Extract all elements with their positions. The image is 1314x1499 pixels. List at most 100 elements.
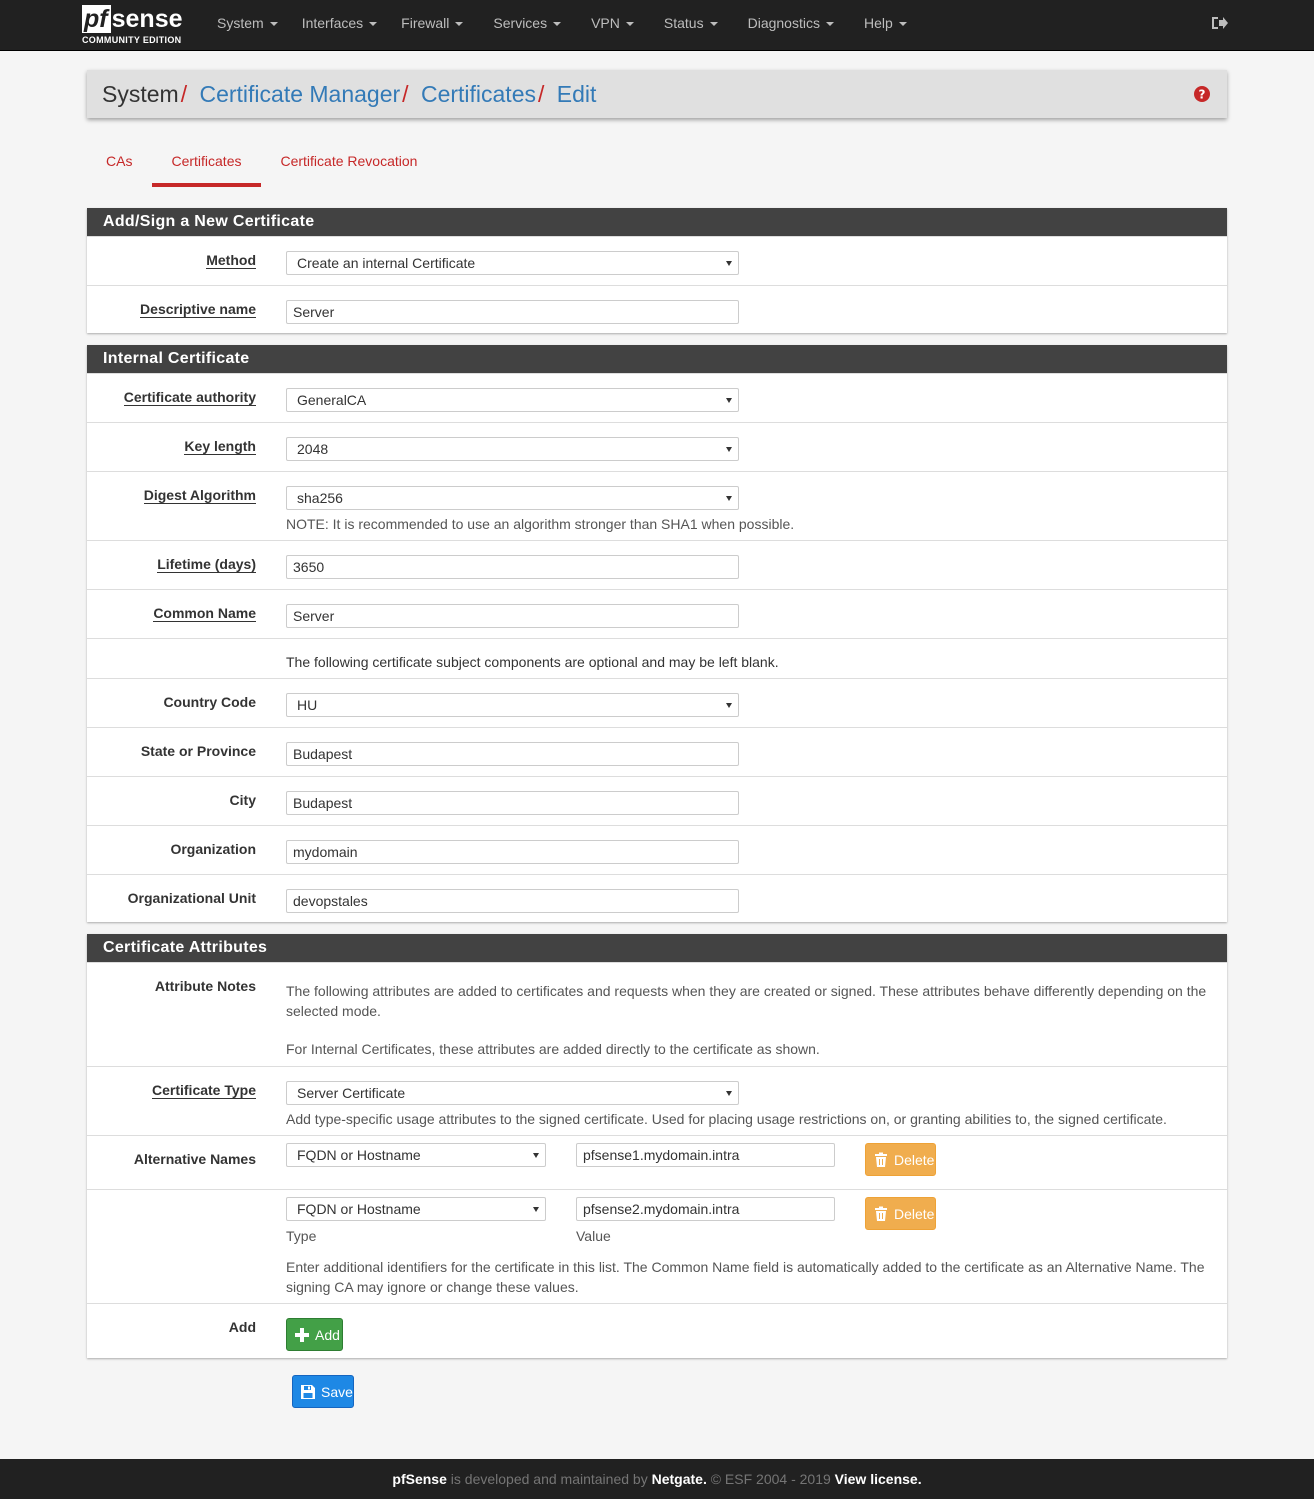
footer-copyright: © ESF 2004 - 2019 <box>706 1471 835 1487</box>
breadcrumb-separator: / <box>180 81 188 107</box>
tab-cas[interactable]: CAs <box>87 140 152 187</box>
altname-value-input[interactable]: pfsense1.mydomain.intra <box>576 1143 835 1167</box>
descriptive-name-input[interactable]: Server <box>286 300 739 324</box>
menu-services[interactable]: Services <box>475 0 573 50</box>
attribute-notes-text: The following attributes are added to ce… <box>286 983 1207 1019</box>
floppy-disk-icon <box>301 1385 315 1399</box>
common-name-input[interactable]: Server <box>286 604 739 628</box>
altname-type-select[interactable]: FQDN or Hostname <box>286 1197 546 1221</box>
row-certificate-type: Certificate Type Server Certificate Add … <box>87 1066 1227 1135</box>
descriptive-name-label: Descriptive name <box>140 301 256 318</box>
caret-down-icon <box>455 22 464 27</box>
organization-label: Organization <box>170 841 256 857</box>
main-menu: System Interfaces Firewall Services VPN … <box>205 0 919 50</box>
value-caption: Value <box>576 1228 611 1244</box>
row-digest-algorithm: Digest Algorithm sha256 NOTE: It is reco… <box>87 471 1227 540</box>
footer-license-link[interactable]: View license. <box>835 1471 922 1487</box>
lifetime-input[interactable]: 3650 <box>286 555 739 579</box>
row-country-code: Country Code HU <box>87 678 1227 727</box>
lifetime-label: Lifetime (days) <box>157 556 256 573</box>
type-caption: Type <box>286 1228 317 1244</box>
breadcrumb-system: System <box>102 81 179 107</box>
logo-sense: sense <box>111 5 183 33</box>
logo-edition: COMMUNITY EDITION <box>82 35 182 45</box>
row-organization: Organization mydomain <box>87 825 1227 874</box>
breadcrumb-certificates[interactable]: Certificates <box>421 81 536 107</box>
delete-button[interactable]: Delete <box>865 1143 936 1176</box>
method-label: Method <box>206 252 256 269</box>
certificate-authority-label: Certificate authority <box>123 389 256 406</box>
caret-down-icon <box>898 22 907 27</box>
alternative-names-label: Alternative Names <box>133 1151 256 1167</box>
row-add: Add Add <box>87 1303 1227 1357</box>
footer-brand: pfSense <box>392 1471 447 1487</box>
menu-help[interactable]: Help <box>846 0 919 50</box>
footer-netgate-link[interactable]: Netgate. <box>652 1471 707 1487</box>
key-length-label: Key length <box>184 438 256 455</box>
certificate-authority-select[interactable]: GeneralCA <box>286 388 739 412</box>
top-navbar: pf sense COMMUNITY EDITION System Interfa… <box>0 0 1314 51</box>
row-method: Method Create an internal Certificate <box>87 236 1227 285</box>
digest-note: NOTE: It is recommended to use an algori… <box>286 516 795 532</box>
caret-down-icon <box>625 22 634 27</box>
state-input[interactable]: Budapest <box>286 742 739 766</box>
alternative-names-help: Enter additional identifiers for the cer… <box>286 1259 1205 1295</box>
digest-algorithm-select[interactable]: sha256 <box>286 486 739 510</box>
altname-type-select[interactable]: FQDN or Hostname <box>286 1143 546 1167</box>
question-circle-icon[interactable]: ? <box>1194 86 1210 102</box>
save-button[interactable]: Save <box>292 1375 354 1408</box>
trash-icon <box>875 1206 887 1221</box>
row-lifetime: Lifetime (days) 3650 <box>87 540 1227 589</box>
row-organizational-unit: Organizational Unit devopstales <box>87 874 1227 922</box>
breadcrumb-edit[interactable]: Edit <box>557 81 597 107</box>
footer: pfSense is developed and maintained by N… <box>0 1459 1314 1499</box>
breadcrumb-certificate-manager[interactable]: Certificate Manager <box>199 81 400 107</box>
organizational-unit-input[interactable]: devopstales <box>286 889 739 913</box>
attribute-notes-internal: For Internal Certificates, these attribu… <box>286 1041 820 1057</box>
tab-certificate-revocation[interactable]: Certificate Revocation <box>261 140 437 187</box>
add-button[interactable]: Add <box>286 1318 343 1351</box>
menu-status[interactable]: Status <box>646 0 730 50</box>
tab-bar: CAs Certificates Certificate Revocation <box>87 140 437 187</box>
optional-components-note: The following certificate subject compon… <box>286 654 779 670</box>
organizational-unit-label: Organizational Unit <box>127 890 256 906</box>
organization-input[interactable]: mydomain <box>286 840 739 864</box>
altname-value-input[interactable]: pfsense2.mydomain.intra <box>576 1197 835 1221</box>
row-descriptive-name: Descriptive name Server <box>87 285 1227 333</box>
menu-firewall[interactable]: Firewall <box>389 0 475 50</box>
method-select[interactable]: Create an internal Certificate <box>286 251 739 275</box>
logout-icon[interactable] <box>1210 14 1228 32</box>
city-input[interactable]: Budapest <box>286 791 739 815</box>
add-label: Add <box>228 1319 256 1335</box>
country-code-select[interactable]: HU <box>286 693 739 717</box>
breadcrumb-separator: / <box>538 81 545 107</box>
row-state: State or Province Budapest <box>87 727 1227 776</box>
menu-vpn[interactable]: VPN <box>573 0 646 50</box>
key-length-select[interactable]: 2048 <box>286 437 739 461</box>
certificate-type-label: Certificate Type <box>152 1082 256 1099</box>
pfsense-logo[interactable]: pf sense COMMUNITY EDITION <box>82 5 192 47</box>
digest-algorithm-label: Digest Algorithm <box>143 487 256 504</box>
breadcrumb-separator: / <box>402 81 409 107</box>
panel-certificate-attributes: Certificate Attributes Attribute Notes T… <box>87 934 1227 1358</box>
breadcrumb: System/ Certificate Manager/ Certificate… <box>87 70 1227 118</box>
tab-certificates[interactable]: Certificates <box>152 140 262 187</box>
row-attribute-notes: Attribute Notes The following attributes… <box>87 962 1227 1066</box>
row-key-length: Key length 2048 <box>87 422 1227 471</box>
certificate-type-select[interactable]: Server Certificate <box>286 1081 739 1105</box>
caret-down-icon <box>825 22 834 27</box>
panel-heading: Add/Sign a New Certificate <box>87 208 1227 236</box>
svg-text:?: ? <box>1199 88 1206 102</box>
country-code-label: Country Code <box>163 694 256 710</box>
caret-down-icon <box>369 22 378 27</box>
menu-system[interactable]: System <box>205 0 290 50</box>
caret-down-icon <box>553 22 562 27</box>
panel-heading: Internal Certificate <box>87 345 1227 373</box>
row-alternative-name-2: FQDN or Hostname pfsense2.mydomain.intra… <box>87 1189 1227 1303</box>
panel-heading: Certificate Attributes <box>87 934 1227 962</box>
attribute-notes-label: Attribute Notes <box>154 978 256 994</box>
menu-diagnostics[interactable]: Diagnostics <box>730 0 846 50</box>
row-common-name: Common Name Server <box>87 589 1227 638</box>
delete-button[interactable]: Delete <box>865 1197 936 1230</box>
menu-interfaces[interactable]: Interfaces <box>290 0 389 50</box>
